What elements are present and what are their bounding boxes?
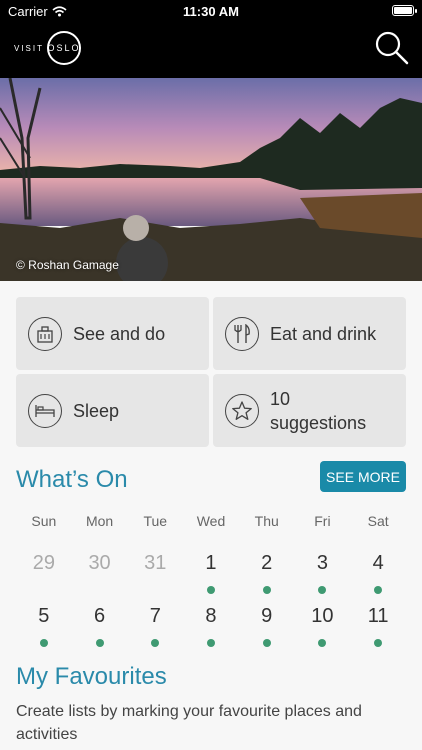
tile-eat-and-drink[interactable]: Eat and drink — [213, 297, 406, 370]
category-tiles: See and do Eat and drink Sleep 10 sugges… — [16, 297, 406, 447]
weekday-label: Tue — [143, 513, 168, 529]
calendar-day[interactable]: 5 — [16, 589, 72, 647]
event-indicator-dot — [262, 639, 271, 647]
event-indicator-dot — [151, 639, 160, 647]
nav-bar: VISIT OSLO — [0, 22, 422, 78]
visit-oslo-logo[interactable]: VISIT OSLO — [14, 28, 82, 68]
whats-on-heading: What’s On — [16, 466, 128, 493]
tile-sleep[interactable]: Sleep — [16, 374, 209, 447]
day-number: 9 — [261, 605, 273, 627]
day-number: 3 — [316, 552, 328, 574]
day-number: 10 — [311, 605, 334, 627]
day-number: 4 — [372, 552, 384, 574]
see-more-button[interactable]: SEE MORE — [320, 461, 406, 492]
search-button[interactable] — [374, 30, 410, 66]
status-time: 11:30 AM — [183, 4, 239, 19]
event-indicator-dot — [95, 639, 104, 647]
hero-image[interactable]: © Roshan Gamage — [0, 78, 422, 281]
weekday-header: Sun Mon Tue Wed Thu Fri Sat — [16, 512, 406, 536]
day-number: 30 — [88, 552, 111, 574]
day-number: 5 — [38, 605, 50, 627]
bed-icon — [28, 393, 62, 428]
photo-credit: © Roshan Gamage — [16, 258, 119, 272]
weekday-label: Sat — [367, 513, 389, 529]
weekday-label: Mon — [85, 513, 114, 529]
lake-sunset-image — [0, 78, 422, 281]
calendar-day[interactable]: 11 — [350, 589, 406, 647]
calendar-day[interactable]: 7 — [127, 589, 183, 647]
logo-ring: OSLO — [47, 31, 82, 65]
weekday-label: Fri — [314, 513, 331, 529]
day-number: 1 — [205, 552, 217, 574]
calendar-day[interactable]: 1 — [183, 536, 239, 594]
calendar-day[interactable]: 2 — [239, 536, 295, 594]
day-number: 8 — [205, 605, 217, 627]
calendar-day[interactable]: 3 — [295, 536, 351, 594]
calendar-day[interactable]: 29 — [16, 536, 72, 589]
tile-label: Eat and drink — [270, 323, 377, 344]
weekday-label: Wed — [196, 513, 226, 529]
tile-label: Sleep — [73, 400, 120, 421]
calendar-day[interactable]: 31 — [127, 536, 183, 589]
day-number: 7 — [149, 605, 161, 627]
weekday-label: Thu — [254, 513, 279, 529]
tile-suggestions[interactable]: 10 suggestions — [213, 374, 406, 447]
logo-city-text: OSLO — [47, 43, 81, 53]
event-indicator-dot — [206, 639, 215, 647]
favourites-description: Create lists by marking your favourite p… — [16, 703, 362, 743]
battery-icon — [392, 5, 417, 16]
calendar-day[interactable]: 4 — [350, 536, 406, 594]
event-indicator-dot — [318, 639, 327, 647]
status-bar: Carrier 11:30 AM — [0, 0, 422, 22]
favourites-heading: My Favourites — [16, 663, 167, 690]
building-icon — [28, 316, 62, 351]
calendar-week: 5 6 7 8 9 10 11 — [16, 589, 406, 647]
day-number: 6 — [94, 605, 106, 627]
calendar-day[interactable]: 10 — [295, 589, 351, 647]
event-indicator-dot — [39, 639, 48, 647]
calendar-day[interactable]: 30 — [72, 536, 128, 589]
tile-label: 10 suggestions — [270, 388, 367, 433]
star-icon — [225, 393, 259, 428]
day-number: 2 — [261, 552, 273, 574]
calendar-day[interactable]: 6 — [72, 589, 128, 647]
event-indicator-dot — [374, 639, 383, 647]
day-number: 31 — [144, 552, 167, 574]
logo-visit-text: VISIT — [14, 43, 45, 53]
calendar-week: 29 30 31 1 2 3 4 — [16, 536, 406, 594]
day-number: 11 — [367, 605, 389, 627]
fork-knife-icon — [225, 316, 259, 351]
search-icon — [375, 31, 409, 65]
tile-see-and-do[interactable]: See and do — [16, 297, 209, 370]
tile-label: See and do — [73, 323, 166, 344]
day-number: 29 — [32, 552, 55, 574]
event-calendar: Sun Mon Tue Wed Thu Fri Sat 29 30 31 1 2… — [16, 512, 406, 647]
calendar-day[interactable]: 9 — [239, 589, 295, 647]
calendar-day[interactable]: 8 — [183, 589, 239, 647]
weekday-label: Sun — [31, 513, 57, 529]
